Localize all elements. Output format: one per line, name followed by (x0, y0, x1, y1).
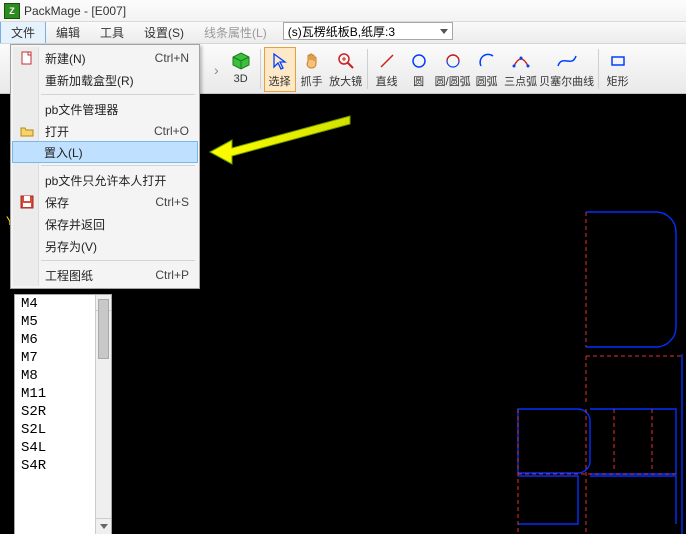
scroll-down-button[interactable] (96, 518, 111, 534)
arc-icon (476, 50, 498, 72)
menu-item-label: pb文件只允许本人打开 (45, 172, 166, 189)
menu-item-label: 重新加载盒型(R) (45, 72, 134, 89)
tool-label: 直线 (376, 73, 398, 89)
menu-item-manager[interactable]: pb文件管理器 (13, 98, 197, 120)
menu-bar: 文件 编辑 工具 设置(S) 线条属性(L) (s)瓦楞纸板B,纸厚:3 (0, 22, 686, 44)
cube-icon (230, 50, 252, 72)
menu-tool[interactable]: 工具 (90, 22, 134, 43)
tool-3d[interactable]: 3D (225, 47, 257, 88)
tool-zoom[interactable]: 放大镜 (328, 47, 364, 92)
tool-label: 矩形 (607, 73, 629, 89)
tool-arc3pt[interactable]: 三点弧 (503, 47, 539, 92)
new-file-icon (19, 50, 35, 66)
menu-item-shortcut: Ctrl+O (154, 124, 189, 138)
menu-separator (41, 165, 195, 166)
menu-item-label: 工程图纸 (45, 267, 93, 284)
menu-item-saveas[interactable]: 另存为(V) (13, 235, 197, 257)
menu-item-shortcut: Ctrl+N (155, 51, 189, 65)
tool-label: 三点弧 (504, 73, 537, 89)
circle-icon (408, 50, 430, 72)
save-icon (19, 194, 35, 210)
file-menu-dropdown: 新建(N) Ctrl+N 重新加载盒型(R) pb文件管理器 打开 Ctrl+O… (10, 44, 200, 289)
window-title: PackMage - [E007] (24, 4, 126, 18)
menu-item-saveback[interactable]: 保存并返回 (13, 213, 197, 235)
annotation-arrow (200, 100, 360, 170)
tool-label: 圆/圆弧 (435, 73, 471, 89)
tool-hand[interactable]: 抓手 (296, 47, 328, 92)
box-drawing (426, 204, 686, 534)
tool-label: 抓手 (301, 73, 323, 89)
rect-icon (607, 50, 629, 72)
hand-icon (301, 50, 323, 72)
menu-item-engdraw[interactable]: 工程图纸 Ctrl+P (13, 264, 197, 286)
menu-item-open[interactable]: 打开 Ctrl+O (13, 120, 197, 142)
tool-bezier[interactable]: 贝塞尔曲线 (539, 47, 595, 92)
open-folder-icon (19, 123, 35, 139)
menu-item-shortcut: Ctrl+P (155, 268, 189, 282)
menu-item-save[interactable]: 保存 Ctrl+S (13, 191, 197, 213)
material-combo[interactable]: (s)瓦楞纸板B,纸厚:3 (283, 22, 453, 40)
tool-circle[interactable]: 圆 (403, 47, 435, 92)
list-scrollbar[interactable] (95, 295, 111, 534)
menu-separator (41, 94, 195, 95)
menu-item-label: 保存 (45, 194, 69, 211)
tool-label: 3D (234, 73, 248, 85)
menu-item-label: 另存为(V) (45, 238, 97, 255)
tool-arc2[interactable]: 圆弧 (471, 47, 503, 92)
menu-item-new[interactable]: 新建(N) Ctrl+N (13, 47, 197, 69)
app-icon: Z (4, 3, 20, 19)
title-bar: Z PackMage - [E007] (0, 0, 686, 22)
bezier-icon (556, 50, 578, 72)
menu-item-label: 置入(L) (44, 144, 83, 161)
menu-item-reload[interactable]: 重新加载盒型(R) (13, 69, 197, 91)
toolbar-separator (260, 49, 261, 89)
tool-label: 圆 (413, 73, 424, 89)
tool-label: 贝塞尔曲线 (539, 73, 594, 89)
material-combo-value: (s)瓦楞纸板B,纸厚:3 (288, 23, 395, 40)
toolbar-separator (367, 49, 368, 89)
circle-arc-icon (442, 50, 464, 72)
menu-file[interactable]: 文件 (0, 22, 46, 43)
tool-select[interactable]: 选择 (264, 47, 296, 92)
menu-item-label: 新建(N) (45, 50, 86, 67)
scroll-thumb[interactable] (98, 299, 109, 359)
tool-arc[interactable]: 圆/圆弧 (435, 47, 471, 92)
tool-label: 放大镜 (329, 73, 362, 89)
magnifier-icon (335, 50, 357, 72)
menu-item-lockopen[interactable]: pb文件只允许本人打开 (13, 169, 197, 191)
cursor-icon (269, 50, 291, 72)
menu-edit[interactable]: 编辑 (46, 22, 90, 43)
menu-settings[interactable]: 设置(S) (134, 22, 194, 43)
three-point-arc-icon (510, 50, 532, 72)
menu-item-label: 保存并返回 (45, 216, 105, 233)
menu-lineprops[interactable]: 线条属性(L) (194, 22, 277, 43)
menu-item-label: pb文件管理器 (45, 101, 118, 118)
menu-item-shortcut: Ctrl+S (155, 195, 189, 209)
tool-rect[interactable]: 矩形 (602, 47, 634, 92)
menu-item-insert[interactable]: 置入(L) (12, 141, 198, 163)
menu-item-label: 打开 (45, 123, 69, 140)
tool-label: 圆弧 (476, 73, 498, 89)
parameter-list: M4M5M6M7M8M11S2RS2LS4LS4R (14, 294, 112, 534)
tool-line[interactable]: 直线 (371, 47, 403, 92)
toolbar-separator (598, 49, 599, 89)
chevron-right-icon: › (214, 62, 219, 78)
menu-separator (41, 260, 195, 261)
line-icon (376, 50, 398, 72)
tool-label: 选择 (269, 73, 291, 89)
